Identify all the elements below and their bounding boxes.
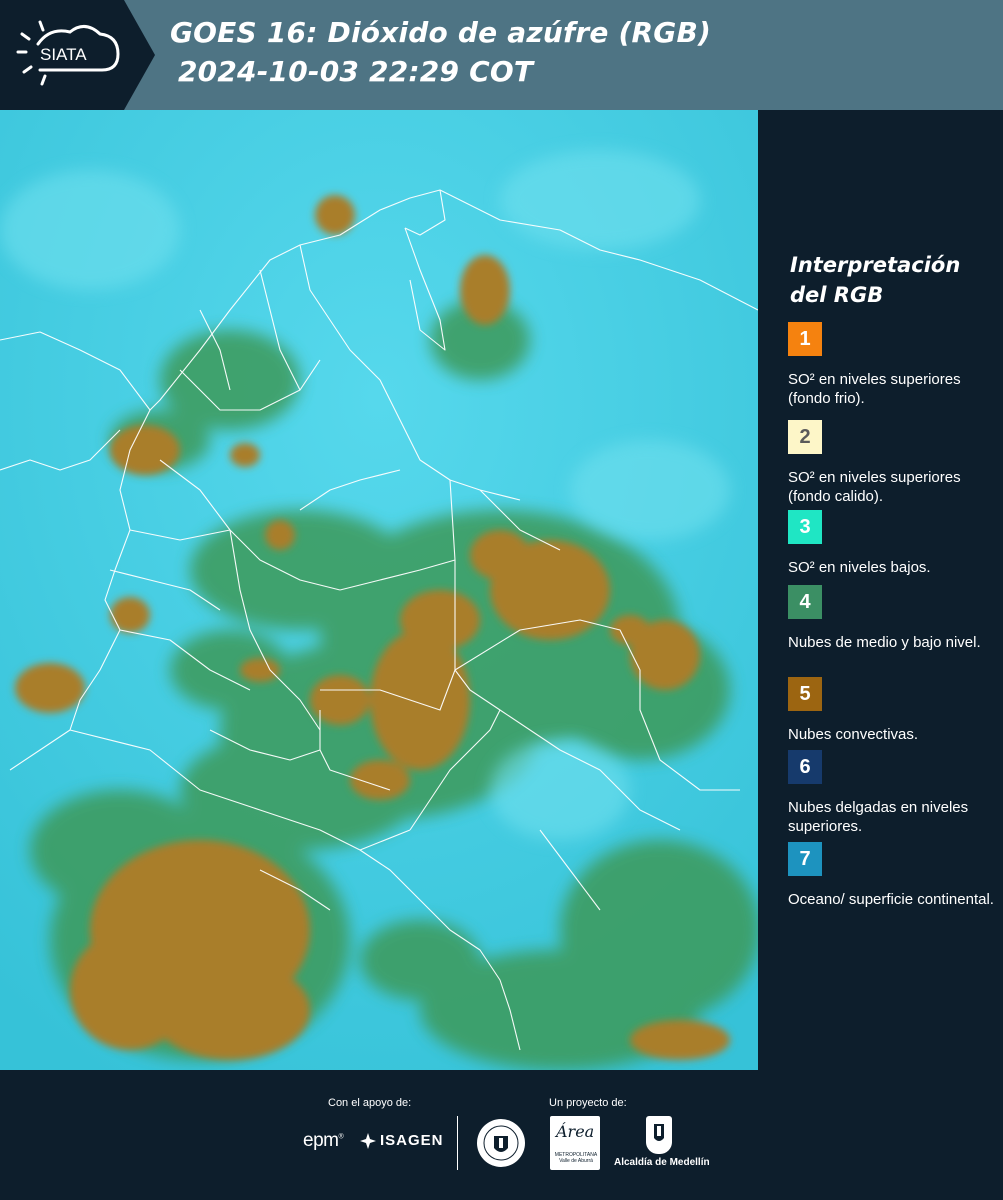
- legend-swatch-5: 5: [788, 677, 822, 711]
- legend-panel: Interpretación del RGB 1 SO² en niveles …: [758, 110, 1003, 1070]
- legend-swatch-7: 7: [788, 842, 822, 876]
- isagen-symbol-icon: [360, 1132, 376, 1149]
- legend-swatch-3: 3: [788, 510, 822, 544]
- area-subtext: METROPOLITANA Valle de Aburrá: [554, 1152, 598, 1164]
- legend-desc-5: Nubes convectivas.: [788, 726, 919, 743]
- page-title: GOES 16: Dióxido de azúfre (RGB): [170, 16, 712, 49]
- legend-desc-3: SO² en niveles bajos.: [788, 559, 931, 576]
- legend-swatch-6: 6: [788, 750, 822, 784]
- legend-title: Interpretación del RGB: [790, 253, 961, 307]
- project-label: Un proyecto de:: [549, 1097, 627, 1109]
- header-bar: SIATA GOES 16: Dióxido de azúfre (RGB) 2…: [0, 0, 1003, 110]
- legend-item-5: 5 Nubes convectivas.: [788, 677, 998, 744]
- legend-desc-7: Oceano/ superficie continental.: [788, 891, 994, 908]
- legend-swatch-1: 1: [788, 322, 822, 356]
- logo-text: SIATA: [40, 45, 87, 64]
- legend-desc-6: Nubes delgadas en niveles superiores.: [788, 799, 969, 835]
- legend-desc-1: SO² en niveles superiores (fondo frio).: [788, 371, 961, 407]
- legend-desc-2: SO² en niveles superiores (fondo calido)…: [788, 469, 961, 505]
- footer-divider: [457, 1116, 458, 1170]
- support-label: Con el apoyo de:: [328, 1097, 412, 1109]
- epm-logo: epm®: [303, 1130, 344, 1151]
- legend-desc-4: Nubes de medio y bajo nivel.: [788, 634, 981, 651]
- isagen-text: ISAGEN: [380, 1132, 444, 1149]
- legend-swatch-4: 4: [788, 585, 822, 619]
- satellite-map: [0, 110, 758, 1070]
- footer: Con el apoyo de: epm® ISAGEN Un proyecto…: [0, 1070, 1003, 1200]
- medellin-seal-icon: [477, 1119, 525, 1167]
- epm-text: epm: [303, 1130, 339, 1151]
- alcaldia-shield-icon: [646, 1116, 672, 1154]
- legend-item-4: 4 Nubes de medio y bajo nivel.: [788, 585, 998, 652]
- legend-item-6: 6 Nubes delgadas en niveles superiores.: [788, 750, 998, 836]
- legend-item-1: 1 SO² en niveles superiores (fondo frio)…: [788, 322, 998, 408]
- legend-item-2: 2 SO² en niveles superiores (fondo calid…: [788, 420, 998, 506]
- area-metropolitana-logo: Área METROPOLITANA Valle de Aburrá: [550, 1116, 600, 1170]
- area-word: Área: [556, 1122, 595, 1141]
- legend-item-3: 3 SO² en niveles bajos.: [788, 510, 998, 577]
- siata-logo-icon: SIATA: [16, 20, 120, 86]
- timestamp: 2024-10-03 22:29 COT: [178, 55, 534, 88]
- siata-logo-box: SIATA: [0, 0, 155, 110]
- legend-swatch-2: 2: [788, 420, 822, 454]
- alcaldia-text: Alcaldía de Medellín: [614, 1157, 710, 1168]
- legend-item-7: 7 Oceano/ superficie continental.: [788, 842, 998, 909]
- isagen-logo: ISAGEN: [360, 1132, 444, 1149]
- alcaldia-logo: Alcaldía de Medellín: [614, 1116, 710, 1168]
